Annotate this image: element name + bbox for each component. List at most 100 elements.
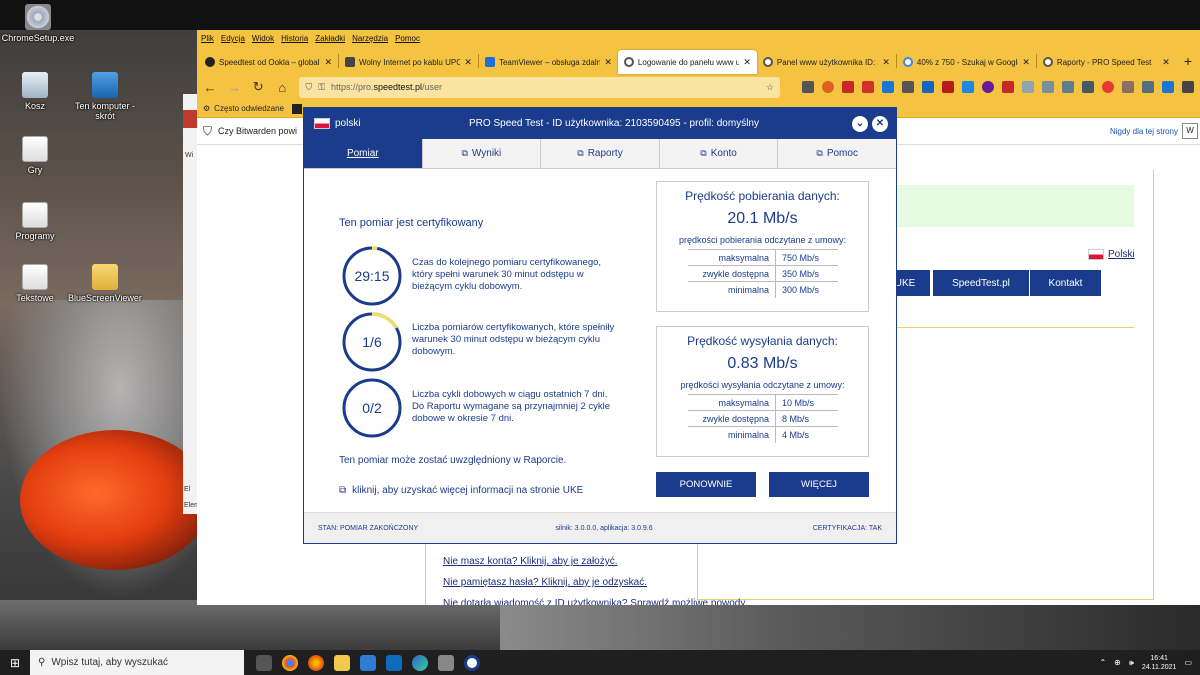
minimize-chevron-icon[interactable]: ⌄ [852, 115, 868, 132]
menu-edit[interactable]: Edycja [221, 34, 245, 43]
extension-icon[interactable] [902, 81, 915, 93]
notification-button[interactable]: W [1182, 123, 1198, 139]
report-note: Ten pomiar może zostać uwzględniony w Ra… [339, 455, 567, 466]
extension-icon[interactable] [922, 81, 935, 93]
chrome-icon[interactable] [282, 654, 298, 671]
firefox-icon[interactable] [308, 654, 324, 671]
installer-icon [25, 4, 51, 30]
desktop-icon-chromesetup[interactable]: ChromeSetup.exe [0, 4, 76, 43]
extension-icon[interactable] [1122, 81, 1135, 93]
desktop-icon-bluescreenviewer[interactable]: BlueScreenViewer [67, 264, 143, 303]
tab-login-panel[interactable]: Logowanie do panelu www użyt ✕ [617, 50, 757, 74]
close-icon[interactable]: ✕ [1162, 57, 1170, 68]
url-text[interactable]: https://pro.speedtest.pl/user [331, 82, 760, 92]
edge-icon[interactable] [412, 654, 428, 671]
clock[interactable]: 16:41 24.11.2021 [1142, 654, 1177, 672]
more-button[interactable]: WIĘCEJ [769, 472, 869, 497]
extension-icon[interactable] [1162, 81, 1175, 93]
file-explorer-icon[interactable] [334, 654, 350, 671]
desktop-icon-this-pc[interactable]: Ten komputer - skrót [67, 72, 143, 121]
page-nav-kontakt[interactable]: Kontakt [1030, 270, 1101, 296]
chevron-up-icon[interactable]: ⌃ [1099, 658, 1106, 667]
tab-speedtest-ookla[interactable]: Speedtest od Ookla – globalny te ✕ [199, 50, 338, 74]
create-account-link[interactable]: Nie masz konta? Kliknij, aby je założyć. [443, 556, 618, 567]
close-icon[interactable]: ✕ [1022, 57, 1030, 68]
extension-icon[interactable] [1042, 81, 1055, 93]
menu-icon[interactable] [1182, 81, 1195, 93]
store-icon[interactable] [360, 654, 376, 671]
page-nav-speedtest[interactable]: SpeedTest.pl [933, 270, 1029, 296]
adblock-icon[interactable] [1102, 81, 1115, 93]
extension-icon[interactable] [822, 81, 835, 93]
tab-wyniki[interactable]: ⧉ Wyniki [422, 139, 542, 168]
speedtest-app-icon[interactable] [464, 654, 480, 671]
extension-icon[interactable] [982, 81, 995, 93]
extension-icon[interactable] [842, 81, 855, 93]
ookla-icon [205, 57, 215, 67]
extension-icon[interactable] [1022, 81, 1035, 93]
uke-info-link[interactable]: ⧉ kliknij, aby uzyskać więcej informacji… [339, 485, 583, 496]
tab-pomoc[interactable]: ⧉ Pomoc [778, 139, 896, 168]
desktop-icon-text[interactable]: Tekstowe [0, 264, 73, 303]
menu-file[interactable]: Plik [201, 34, 214, 43]
notification-icon[interactable]: ▭ [1184, 658, 1192, 667]
reload-icon[interactable]: ↻ [251, 79, 265, 95]
desktop-icon-recycle-bin[interactable]: Kosz [0, 72, 73, 111]
polish-flag-icon [314, 118, 330, 129]
app-icon[interactable] [438, 654, 454, 671]
forward-arrow-icon[interactable]: → [227, 80, 241, 95]
menu-bookmarks[interactable]: Zakładki [315, 34, 345, 43]
extension-icon[interactable] [1002, 81, 1015, 93]
close-icon[interactable]: ✕ [743, 57, 751, 68]
tab-upc[interactable]: Wolny Internet po kablu UPC, a ✕ [339, 50, 478, 74]
download-icon[interactable] [882, 81, 895, 93]
missing-id-link[interactable]: Nie dotarła wiadomość z ID użytkownika? … [443, 598, 747, 605]
close-icon[interactable]: ✕ [872, 115, 888, 132]
desktop-icon-programs[interactable]: Programy [0, 202, 73, 241]
extension-icon[interactable] [1142, 81, 1155, 93]
extension-icon[interactable] [1062, 81, 1075, 93]
tab-teamviewer[interactable]: TeamViewer – obsługa zdalna, d ✕ [479, 50, 618, 74]
new-tab-button[interactable]: + [1176, 53, 1200, 69]
recover-password-link[interactable]: Nie pamiętasz hasła? Kliknij, aby je odz… [443, 577, 647, 588]
tab-reports[interactable]: Raporty - PRO Speed Test ✕ [1037, 50, 1176, 74]
extension-icon[interactable] [862, 81, 875, 93]
google-icon [902, 57, 913, 67]
mail-icon[interactable] [386, 654, 402, 671]
language-selector[interactable]: polski [314, 118, 361, 129]
bookmark-frequent[interactable]: Często odwiedzane [214, 104, 284, 113]
navigation-bar: ← → ↻ ⌂ ⛉ ⚿ https://pro.speedtest.pl/use… [197, 74, 1200, 100]
language-link[interactable]: Polski [1088, 249, 1135, 260]
network-icon[interactable]: ⊕ [1114, 658, 1121, 667]
menu-history[interactable]: Historia [281, 34, 308, 43]
menu-view[interactable]: Widok [252, 34, 274, 43]
repeat-button[interactable]: PONOWNIE [656, 472, 756, 497]
volume-icon[interactable]: 🕪 [1129, 658, 1134, 668]
extension-icon[interactable] [962, 81, 975, 93]
tab-pomiar[interactable]: Pomiar [304, 139, 423, 168]
home-icon[interactable]: ⌂ [275, 80, 289, 95]
library-icon[interactable] [802, 81, 815, 93]
back-arrow-icon[interactable]: ← [203, 80, 217, 95]
close-icon[interactable]: ✕ [604, 57, 612, 68]
close-icon[interactable]: ✕ [324, 57, 332, 68]
task-view-icon[interactable] [256, 654, 272, 671]
menu-help[interactable]: Pomoc [395, 34, 420, 43]
bookmark-icon[interactable] [292, 103, 302, 114]
tab-konto[interactable]: ⧉ Konto [659, 139, 779, 168]
url-bar[interactable]: ⛉ ⚿ https://pro.speedtest.pl/user ☆ [299, 76, 781, 98]
menu-tools[interactable]: Narzędzia [352, 34, 388, 43]
tab-user-panel[interactable]: Panel www użytkownika ID: 210 ✕ [757, 50, 896, 74]
extension-icon[interactable] [942, 81, 955, 93]
tab-google-search[interactable]: 40% z 750 - Szukaj w Google ✕ [897, 50, 1036, 74]
bookmark-star-icon[interactable]: ☆ [766, 82, 774, 93]
windows-start-icon[interactable]: ⊞ [0, 650, 30, 675]
folder-icon [92, 264, 118, 290]
taskbar-search[interactable]: ⚲ Wpisz tutaj, aby wyszukać [30, 650, 244, 675]
close-icon[interactable]: ✕ [882, 57, 890, 68]
close-icon[interactable]: ✕ [464, 57, 472, 68]
tab-raporty[interactable]: ⧉ Raporty [541, 139, 660, 168]
extension-icon[interactable] [1082, 81, 1095, 93]
never-for-site-link[interactable]: Nigdy dla tej strony [1110, 127, 1178, 136]
desktop-icon-games[interactable]: Gry [0, 136, 73, 175]
